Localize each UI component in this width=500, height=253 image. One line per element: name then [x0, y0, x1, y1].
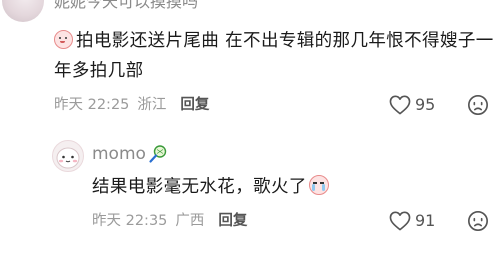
heart-icon [389, 211, 411, 231]
like-button[interactable]: 95 [389, 95, 435, 115]
comment-location: 浙江 [137, 97, 167, 113]
like-count: 91 [415, 211, 436, 230]
comment-text-content: 结果电影毫无水花，歌火了 [92, 177, 307, 197]
avatar[interactable] [52, 140, 84, 172]
comment-location: 广西 [175, 213, 205, 229]
crying-face-emoji-icon [308, 175, 329, 195]
tennis-racket-icon [149, 145, 167, 163]
comment-username[interactable]: 妮妮今天可以摸摸吗 [54, 0, 198, 13]
comment-username-text: momo [92, 144, 146, 164]
comment-time: 昨天 22:35 [92, 213, 168, 229]
comment-text: 拍电影还送片尾曲 在不出专辑的那几年恨不得嫂子一年多拍几部 [54, 26, 498, 86]
dislike-icon[interactable] [467, 94, 489, 116]
comment-meta: 昨天 22:35 广西 回复 [92, 211, 255, 231]
smiling-face-emoji-icon [54, 30, 73, 49]
dislike-icon[interactable] [467, 210, 489, 232]
comment-text: 结果电影毫无水花，歌火了 [92, 174, 329, 200]
avatar[interactable] [2, 0, 44, 22]
comment-meta: 昨天 22:25 浙江 回复 [54, 95, 217, 115]
reply-button[interactable]: 回复 [180, 97, 209, 113]
comment-text-content: 拍电影还送片尾曲 在不出专辑的那几年恨不得嫂子一年多拍几部 [54, 31, 494, 81]
comment-username[interactable]: momo [92, 143, 168, 165]
heart-icon [389, 95, 411, 115]
comment-time: 昨天 22:25 [54, 97, 130, 113]
like-button[interactable]: 91 [389, 211, 435, 231]
cartoon-face-icon [56, 147, 80, 169]
like-count: 95 [415, 95, 436, 114]
reply-button[interactable]: 回复 [218, 213, 247, 229]
comment-thread: 妮妮今天可以摸摸吗 拍电影还送片尾曲 在不出专辑的那几年恨不得嫂子一年多拍几部 … [0, 0, 500, 253]
